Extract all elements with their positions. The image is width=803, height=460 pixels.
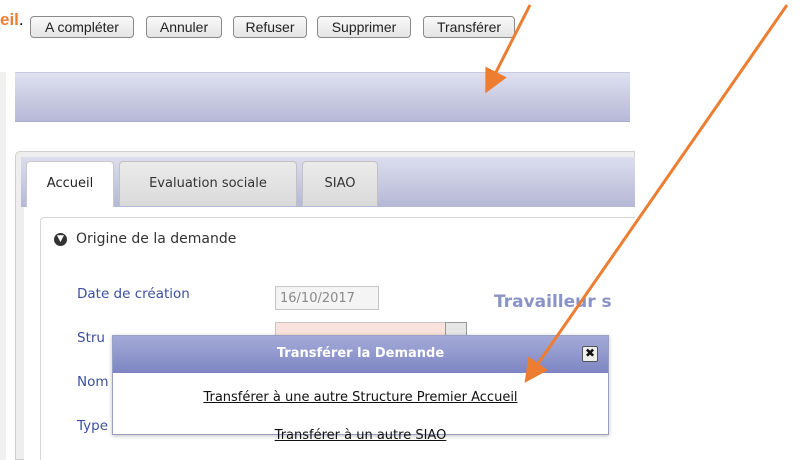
arrow-to-transfer-link: [524, 4, 789, 383]
annotation-arrows: [485, 4, 789, 383]
arrow-to-transferer-button: [485, 4, 532, 94]
